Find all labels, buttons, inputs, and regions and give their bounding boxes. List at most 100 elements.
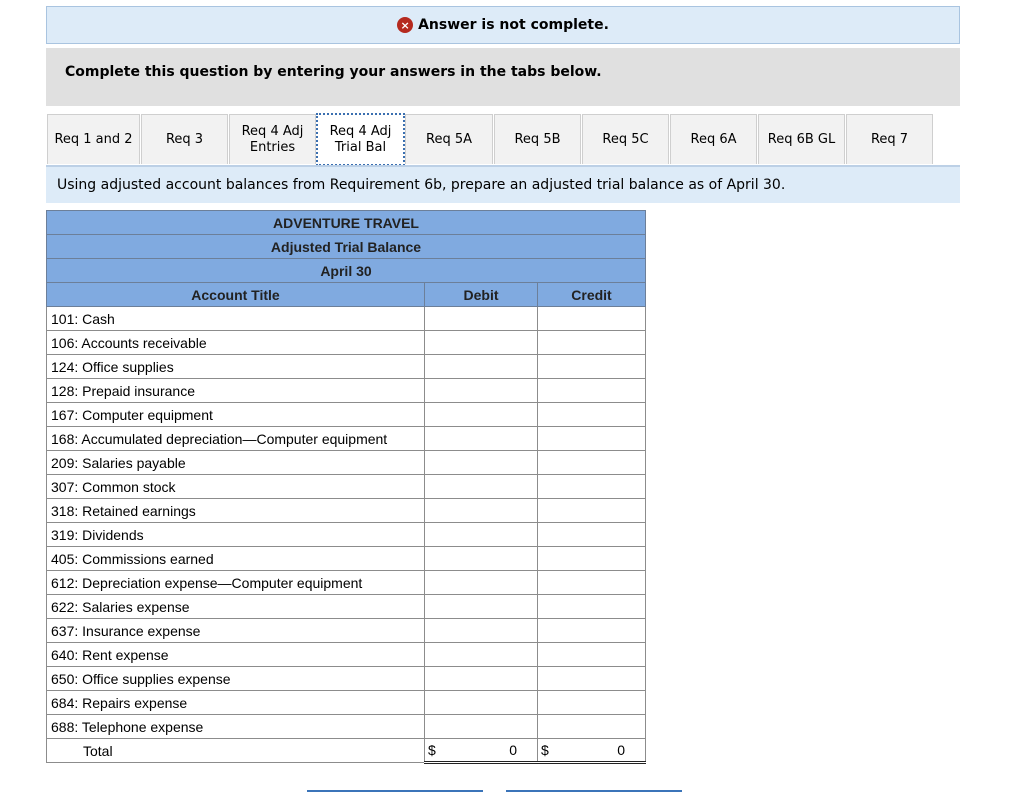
account-title: 168: Accumulated depreciation—Computer e… (46, 426, 425, 451)
account-title: 650: Office supplies expense (46, 666, 425, 691)
account-row: 640: Rent expense (46, 642, 646, 667)
tab-label: Req 7 (870, 131, 909, 147)
debit-input[interactable] (424, 498, 538, 523)
tab-label: Req 6A (690, 131, 737, 147)
debit-input[interactable] (424, 570, 538, 595)
total-debit-value: 0 (509, 742, 517, 758)
credit-input[interactable] (537, 450, 646, 475)
account-row: 106: Accounts receivable (46, 330, 646, 355)
account-row: 124: Office supplies (46, 354, 646, 379)
account-title: 640: Rent expense (46, 642, 425, 667)
currency-symbol: $ (541, 742, 549, 758)
account-title: 622: Salaries expense (46, 594, 425, 619)
account-title: 307: Common stock (46, 474, 425, 499)
tab-req-7[interactable]: Req 7 (846, 114, 933, 164)
credit-input[interactable] (537, 354, 646, 379)
debit-input[interactable] (424, 618, 538, 643)
debit-input[interactable] (424, 714, 538, 739)
credit-input[interactable] (537, 618, 646, 643)
tab-req-3[interactable]: Req 3 (141, 114, 228, 164)
credit-input[interactable] (537, 474, 646, 499)
account-row: 684: Repairs expense (46, 690, 646, 715)
account-row: 168: Accumulated depreciation—Computer e… (46, 426, 646, 451)
status-message: Answer is not complete. (418, 17, 609, 33)
account-row: 167: Computer equipment (46, 402, 646, 427)
company-name-row: ADVENTURE TRAVEL (46, 210, 646, 235)
debit-input[interactable] (424, 426, 538, 451)
tab-req-4-adj-entries[interactable]: Req 4 Adj Entries (229, 114, 316, 164)
credit-input[interactable] (537, 306, 646, 331)
debit-input[interactable] (424, 450, 538, 475)
tab-req-4-adj-trial-bal[interactable]: Req 4 Adj Trial Bal (316, 113, 405, 166)
debit-input[interactable] (424, 690, 538, 715)
debit-input[interactable] (424, 666, 538, 691)
tab-req-1-and-2[interactable]: Req 1 and 2 (47, 114, 140, 164)
tab-req-5a[interactable]: Req 5A (405, 114, 493, 164)
answer-status-banner: × Answer is not complete. (46, 6, 960, 44)
total-credit-value: 0 (617, 742, 625, 758)
tab-req-5c[interactable]: Req 5C (582, 114, 669, 164)
credit-input[interactable] (537, 522, 646, 547)
account-row: 318: Retained earnings (46, 498, 646, 523)
company-name: ADVENTURE TRAVEL (46, 210, 646, 235)
account-row: 405: Commissions earned (46, 546, 646, 571)
total-label: Total (46, 738, 425, 763)
statement-date-row: April 30 (46, 258, 646, 283)
debit-input[interactable] (424, 306, 538, 331)
adjusted-trial-balance-table: ADVENTURE TRAVEL Adjusted Trial Balance … (46, 210, 646, 764)
debit-input[interactable] (424, 354, 538, 379)
credit-input[interactable] (537, 546, 646, 571)
tab-label: Req 5B (514, 131, 561, 147)
column-header-credit: Credit (537, 282, 646, 307)
account-row: 319: Dividends (46, 522, 646, 547)
account-title: 124: Office supplies (46, 354, 425, 379)
account-title: 637: Insurance expense (46, 618, 425, 643)
account-title: 319: Dividends (46, 522, 425, 547)
account-row: 307: Common stock (46, 474, 646, 499)
account-row: 209: Salaries payable (46, 450, 646, 475)
total-debit: $0 (424, 738, 538, 764)
credit-input[interactable] (537, 594, 646, 619)
account-row: 650: Office supplies expense (46, 666, 646, 691)
tab-label: Req 3 (165, 131, 204, 147)
tab-req-5b[interactable]: Req 5B (494, 114, 581, 164)
debit-input[interactable] (424, 474, 538, 499)
tab-req-6a[interactable]: Req 6A (670, 114, 757, 164)
instruction-text: Complete this question by entering your … (65, 64, 602, 80)
tab-label: Req 1 and 2 (54, 131, 133, 147)
credit-input[interactable] (537, 330, 646, 355)
credit-input[interactable] (537, 498, 646, 523)
tab-label: Req 5A (426, 131, 472, 147)
credit-input[interactable] (537, 402, 646, 427)
credit-input[interactable] (537, 714, 646, 739)
debit-input[interactable] (424, 642, 538, 667)
account-title: 167: Computer equipment (46, 402, 425, 427)
account-row: 637: Insurance expense (46, 618, 646, 643)
credit-input[interactable] (537, 690, 646, 715)
tab-label: Req 5C (602, 131, 649, 147)
credit-input[interactable] (537, 378, 646, 403)
account-row: 622: Salaries expense (46, 594, 646, 619)
error-x-icon: × (397, 17, 414, 33)
account-title: 209: Salaries payable (46, 450, 425, 475)
column-header-debit: Debit (424, 282, 538, 307)
tab-label: Req 6B GL (767, 131, 836, 147)
account-title: 684: Repairs expense (46, 690, 425, 715)
tab-label: Req 4 Adj Entries (241, 123, 304, 155)
debit-input[interactable] (424, 522, 538, 547)
total-row: Total $0 $0 (46, 738, 646, 764)
debit-input[interactable] (424, 378, 538, 403)
account-row: 612: Depreciation expense—Computer equip… (46, 570, 646, 595)
account-row: 688: Telephone expense (46, 714, 646, 739)
debit-input[interactable] (424, 594, 538, 619)
credit-input[interactable] (537, 570, 646, 595)
credit-input[interactable] (537, 666, 646, 691)
debit-input[interactable] (424, 546, 538, 571)
debit-input[interactable] (424, 402, 538, 427)
debit-input[interactable] (424, 330, 538, 355)
credit-input[interactable] (537, 426, 646, 451)
tab-req-6b-gl[interactable]: Req 6B GL (758, 114, 845, 164)
credit-input[interactable] (537, 642, 646, 667)
currency-symbol: $ (428, 742, 436, 758)
statement-date: April 30 (46, 258, 646, 283)
